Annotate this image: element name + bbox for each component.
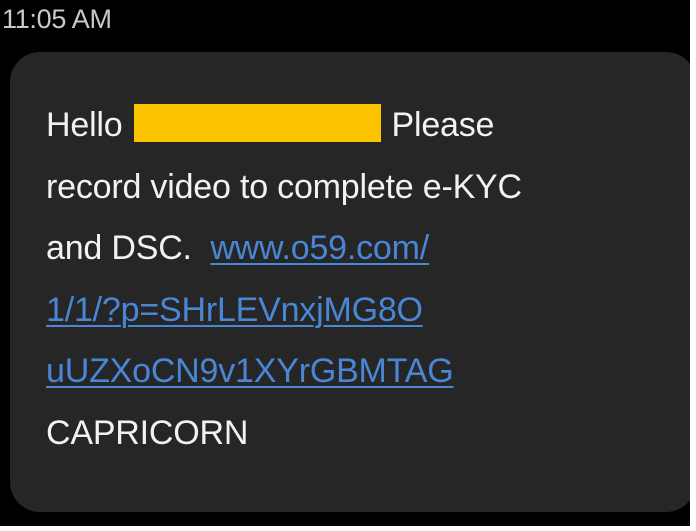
message-link-part-2[interactable]: 1/1/?p=SHrLEVnxjMG8O	[46, 291, 423, 329]
screen: 11:05 AM Hello Please record video to com…	[0, 0, 690, 526]
redacted-name-block	[134, 104, 382, 143]
message-line-5: uUZXoCN9v1XYrGBMTAG	[46, 341, 686, 403]
greeting-text: Hello	[46, 106, 123, 144]
message-line-4: 1/1/?p=SHrLEVnxjMG8O	[46, 280, 686, 342]
message-link-part-1[interactable]: www.o59.com/	[210, 229, 429, 267]
message-line-3: and DSC. www.o59.com/	[46, 218, 686, 280]
body-text-dsc: and DSC.	[46, 229, 192, 267]
message-text: Hello Please record video to complete e-K…	[46, 95, 686, 464]
message-link-part-3[interactable]: uUZXoCN9v1XYrGBMTAG	[46, 352, 454, 390]
message-timestamp: 11:05 AM	[2, 4, 112, 34]
message-line-1: Hello Please	[46, 95, 686, 157]
greeting-continuation-text: Please	[391, 106, 495, 144]
sender-tag-text: CAPRICORN	[46, 413, 249, 452]
message-line-2: record video to complete e-KYC	[46, 167, 522, 206]
